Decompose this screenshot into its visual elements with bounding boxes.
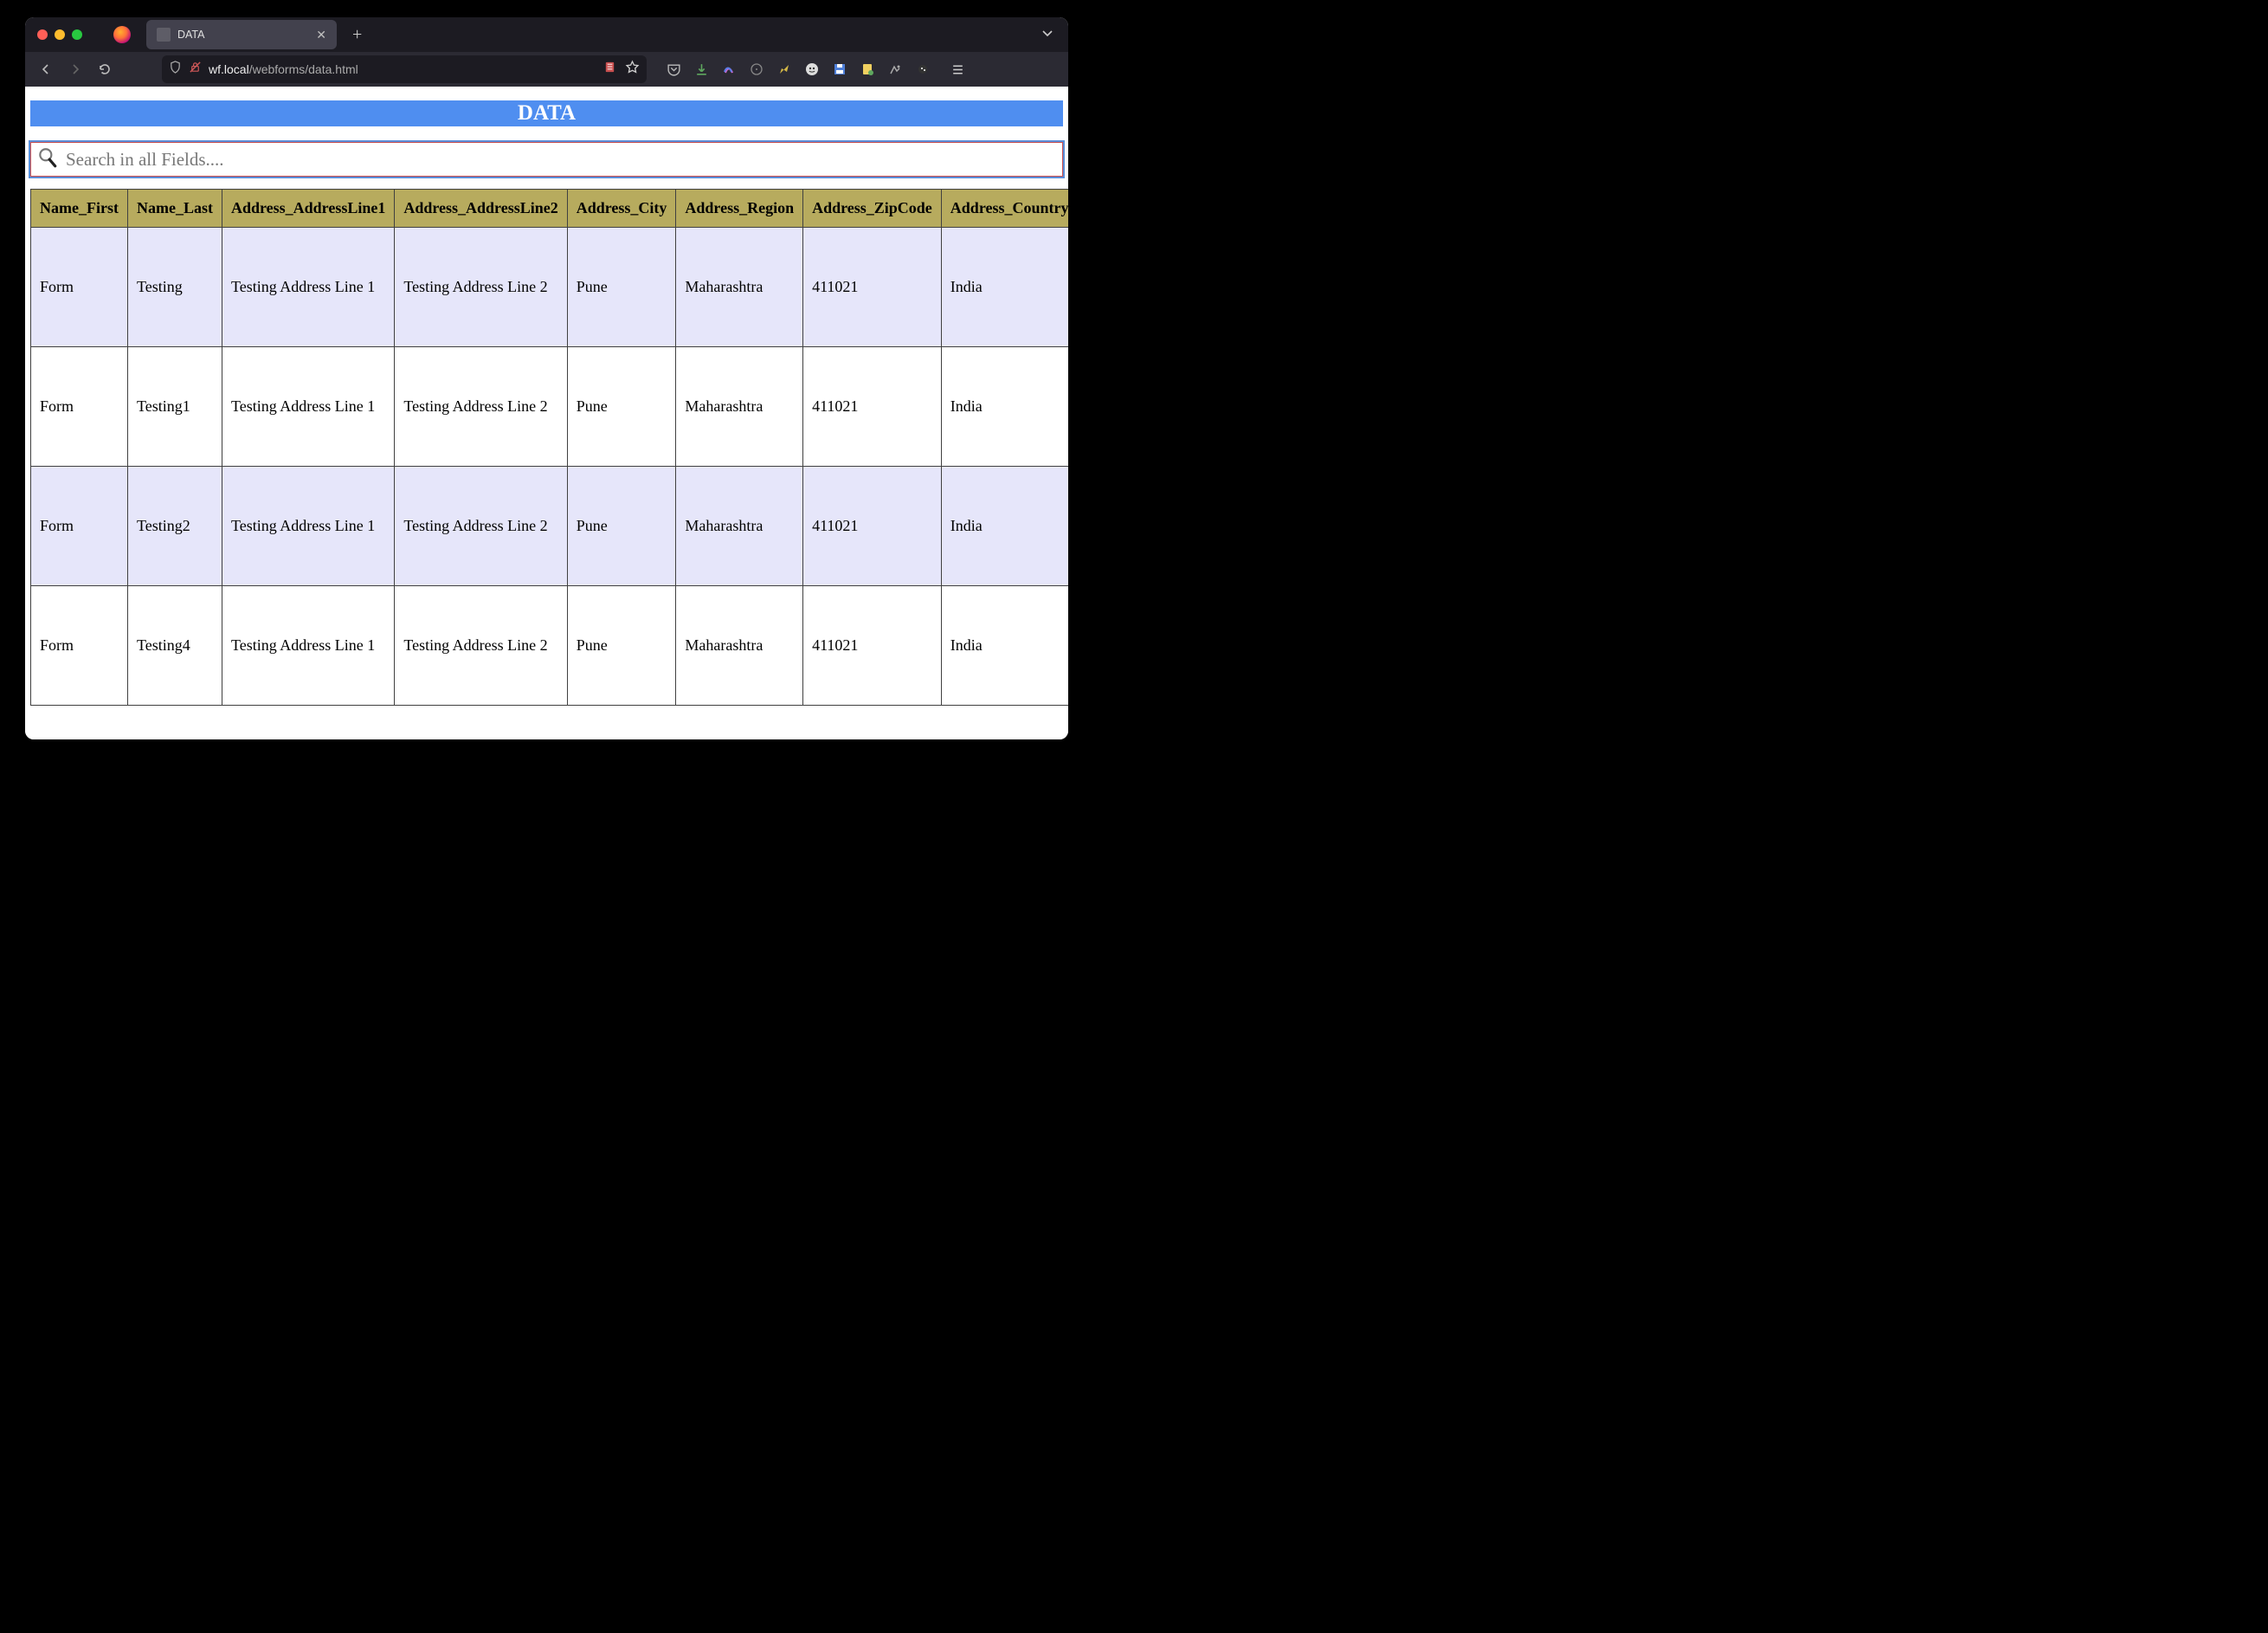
tab-strip: DATA ✕ + xyxy=(25,17,1068,52)
table-cell: Maharashtra xyxy=(676,467,803,586)
bookmark-star-icon[interactable] xyxy=(625,60,640,79)
window-minimize-button[interactable] xyxy=(55,29,65,40)
table-cell: 411021 xyxy=(803,347,942,467)
search-input[interactable] xyxy=(66,149,1059,171)
data-table-container[interactable]: Name_First Name_Last Address_AddressLine… xyxy=(30,189,1068,706)
navbar: wf.local/webforms/data.html xyxy=(25,52,1068,87)
extension-icon-1[interactable] xyxy=(721,61,737,77)
table-cell: Testing Address Line 1 xyxy=(222,586,394,706)
extension-icon-4[interactable] xyxy=(804,61,820,77)
forward-button[interactable] xyxy=(61,55,89,83)
table-cell: Form xyxy=(31,467,128,586)
window-close-button[interactable] xyxy=(37,29,48,40)
tab-favicon xyxy=(157,28,171,42)
table-cell: Testing Address Line 2 xyxy=(395,467,567,586)
reload-button[interactable] xyxy=(91,55,119,83)
browser-window: DATA ✕ + xyxy=(25,17,1068,739)
page-title: DATA xyxy=(30,100,1063,126)
col-city: Address_City xyxy=(567,190,676,228)
extension-icon-6[interactable] xyxy=(860,61,875,77)
download-icon[interactable] xyxy=(693,61,709,77)
page-content: DATA Name_First Name_Last Address_Addres… xyxy=(25,87,1068,739)
extension-icon-8[interactable] xyxy=(915,61,931,77)
table-cell: Form xyxy=(31,347,128,467)
table-cell: India xyxy=(941,228,1068,347)
tab-close-button[interactable]: ✕ xyxy=(312,26,330,44)
table-cell: 411021 xyxy=(803,228,942,347)
table-cell: 411021 xyxy=(803,586,942,706)
table-cell: 411021 xyxy=(803,467,942,586)
search-icon xyxy=(36,146,59,173)
table-cell: Testing Address Line 2 xyxy=(395,586,567,706)
table-cell: India xyxy=(941,586,1068,706)
firefox-icon xyxy=(113,26,131,43)
data-table: Name_First Name_Last Address_AddressLine… xyxy=(30,189,1068,706)
col-addr1: Address_AddressLine1 xyxy=(222,190,394,228)
url-bar[interactable]: wf.local/webforms/data.html xyxy=(162,55,647,83)
extension-icons xyxy=(666,61,965,77)
table-cell: Testing Address Line 2 xyxy=(395,228,567,347)
table-header-row: Name_First Name_Last Address_AddressLine… xyxy=(31,190,1069,228)
url-text: wf.local/webforms/data.html xyxy=(209,62,358,76)
table-cell: Maharashtra xyxy=(676,347,803,467)
col-last: Name_Last xyxy=(127,190,222,228)
app-menu-button[interactable] xyxy=(950,61,965,77)
table-cell: Testing Address Line 1 xyxy=(222,228,394,347)
search-container xyxy=(30,142,1063,177)
table-cell: Form xyxy=(31,228,128,347)
col-first: Name_First xyxy=(31,190,128,228)
table-cell: Testing Address Line 2 xyxy=(395,347,567,467)
table-cell: Pune xyxy=(567,228,676,347)
table-cell: Testing1 xyxy=(127,347,222,467)
table-cell: Testing Address Line 1 xyxy=(222,347,394,467)
table-cell: Maharashtra xyxy=(676,586,803,706)
extension-icon-2[interactable] xyxy=(749,61,764,77)
extension-icon-7[interactable] xyxy=(887,61,903,77)
table-row: FormTesting1Testing Address Line 1Testin… xyxy=(31,347,1069,467)
table-cell: Pune xyxy=(567,467,676,586)
table-cell: Testing xyxy=(127,228,222,347)
table-cell: Maharashtra xyxy=(676,228,803,347)
tabs-dropdown-button[interactable] xyxy=(1041,26,1054,44)
col-zip: Address_ZipCode xyxy=(803,190,942,228)
table-cell: Testing2 xyxy=(127,467,222,586)
insecure-lock-icon xyxy=(189,61,202,78)
table-cell: India xyxy=(941,467,1068,586)
window-maximize-button[interactable] xyxy=(72,29,82,40)
table-cell: Testing4 xyxy=(127,586,222,706)
tab-title: DATA xyxy=(177,29,306,41)
table-cell: Testing Address Line 1 xyxy=(222,467,394,586)
browser-tab[interactable]: DATA ✕ xyxy=(146,20,337,49)
new-tab-button[interactable]: + xyxy=(345,23,369,47)
col-addr2: Address_AddressLine2 xyxy=(395,190,567,228)
extension-icon-3[interactable] xyxy=(776,61,792,77)
table-row: FormTestingTesting Address Line 1Testing… xyxy=(31,228,1069,347)
table-row: FormTesting2Testing Address Line 1Testin… xyxy=(31,467,1069,586)
table-cell: Pune xyxy=(567,347,676,467)
table-row: FormTesting4Testing Address Line 1Testin… xyxy=(31,586,1069,706)
table-cell: Form xyxy=(31,586,128,706)
save-disk-icon[interactable] xyxy=(832,61,847,77)
col-country: Address_Country xyxy=(941,190,1068,228)
reader-mode-icon[interactable] xyxy=(603,61,616,78)
shield-icon xyxy=(169,61,182,78)
table-cell: Pune xyxy=(567,586,676,706)
table-cell: India xyxy=(941,347,1068,467)
window-controls xyxy=(37,29,82,40)
back-button[interactable] xyxy=(32,55,60,83)
col-region: Address_Region xyxy=(676,190,803,228)
pocket-icon[interactable] xyxy=(666,61,681,77)
